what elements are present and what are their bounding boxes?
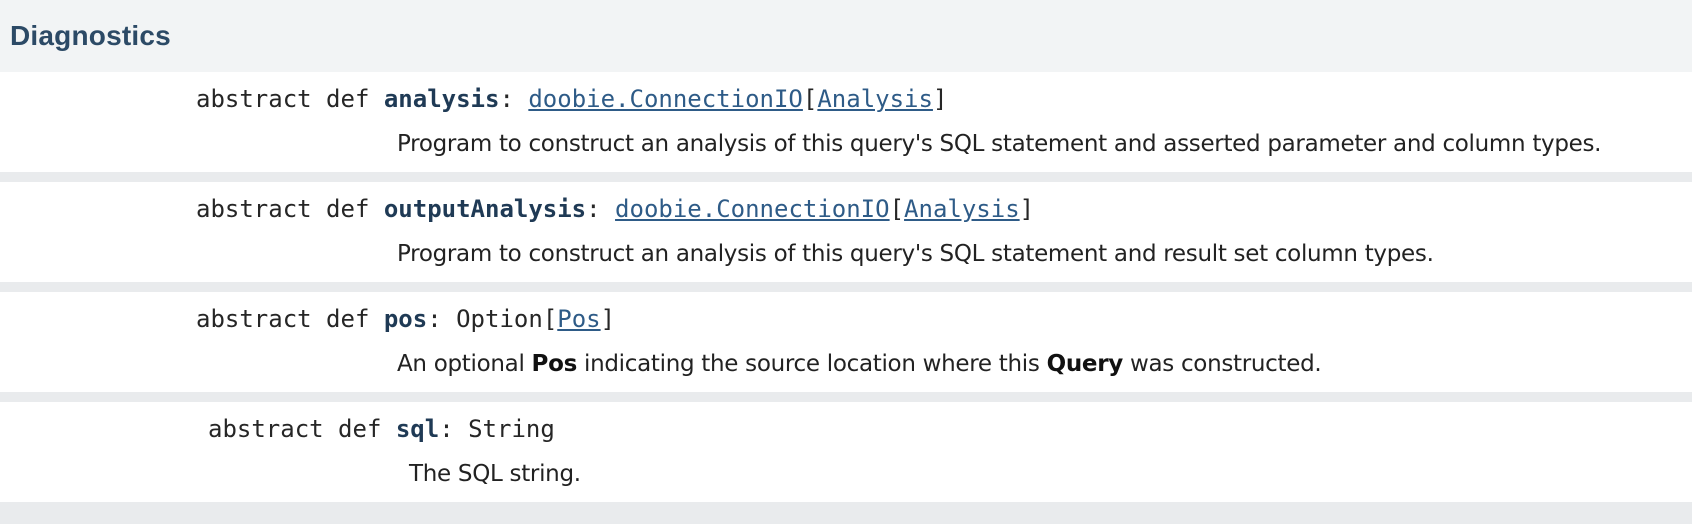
member-modifiers: abstract def [208, 415, 382, 443]
section-header: Diagnostics [0, 0, 1692, 72]
member-comment: Program to construct an analysis of this… [397, 131, 1602, 157]
member-signature: abstract def sql: String [208, 415, 555, 443]
comment-text: indicating the source location where thi… [577, 351, 1047, 377]
member-name[interactable]: outputAnalysis [384, 195, 586, 223]
type-bracket-close: ] [932, 85, 948, 113]
type-bracket-open: [ [802, 85, 818, 113]
member-comment: Program to construct an analysis of this… [397, 241, 1434, 267]
member-colon: : [439, 415, 454, 443]
comment-text: An optional [397, 351, 532, 377]
member-signature: abstract def outputAnalysis: doobie.Conn… [196, 195, 1034, 223]
comment-code-query: Query [1046, 351, 1124, 377]
type-link-connectionio[interactable]: doobie.ConnectionIO [615, 195, 890, 223]
comment-code-pos: Pos [531, 351, 578, 377]
type-link-analysis[interactable]: Analysis [817, 85, 933, 113]
member-name[interactable]: sql [396, 415, 439, 443]
type-link-analysis[interactable]: Analysis [904, 195, 1020, 223]
type-link-connectionio[interactable]: doobie.ConnectionIO [528, 85, 803, 113]
type-option: Option [456, 305, 543, 333]
member-signature: abstract def analysis: doobie.Connection… [196, 85, 947, 113]
type-bracket-close: ] [600, 305, 616, 333]
member-signature: abstract def pos: Option[Pos] [196, 305, 615, 333]
type-link-pos[interactable]: Pos [557, 305, 600, 333]
member-comment: An optional Pos indicating the source lo… [397, 350, 1322, 378]
member-colon: : [499, 85, 514, 113]
comment-text: was constructed. [1122, 351, 1322, 377]
member-colon: : [427, 305, 442, 333]
member-list: abstract def analysis: doobie.Connection… [0, 72, 1692, 502]
member-output-analysis[interactable]: abstract def outputAnalysis: doobie.Conn… [0, 182, 1692, 282]
member-modifiers: abstract def [196, 305, 370, 333]
member-name[interactable]: analysis [384, 85, 500, 113]
member-pos[interactable]: abstract def pos: Option[Pos] An optiona… [0, 292, 1692, 392]
member-comment: The SQL string. [409, 461, 581, 487]
member-modifiers: abstract def [196, 195, 370, 223]
type-string: String [468, 415, 555, 443]
member-sql[interactable]: abstract def sql: String The SQL string. [0, 402, 1692, 502]
type-bracket-open: [ [889, 195, 905, 223]
type-bracket-open: [ [542, 305, 558, 333]
section-title: Diagnostics [10, 20, 171, 51]
member-modifiers: abstract def [196, 85, 370, 113]
type-bracket-close: ] [1019, 195, 1035, 223]
member-analysis[interactable]: abstract def analysis: doobie.Connection… [0, 72, 1692, 172]
member-name[interactable]: pos [384, 305, 427, 333]
member-colon: : [586, 195, 601, 223]
